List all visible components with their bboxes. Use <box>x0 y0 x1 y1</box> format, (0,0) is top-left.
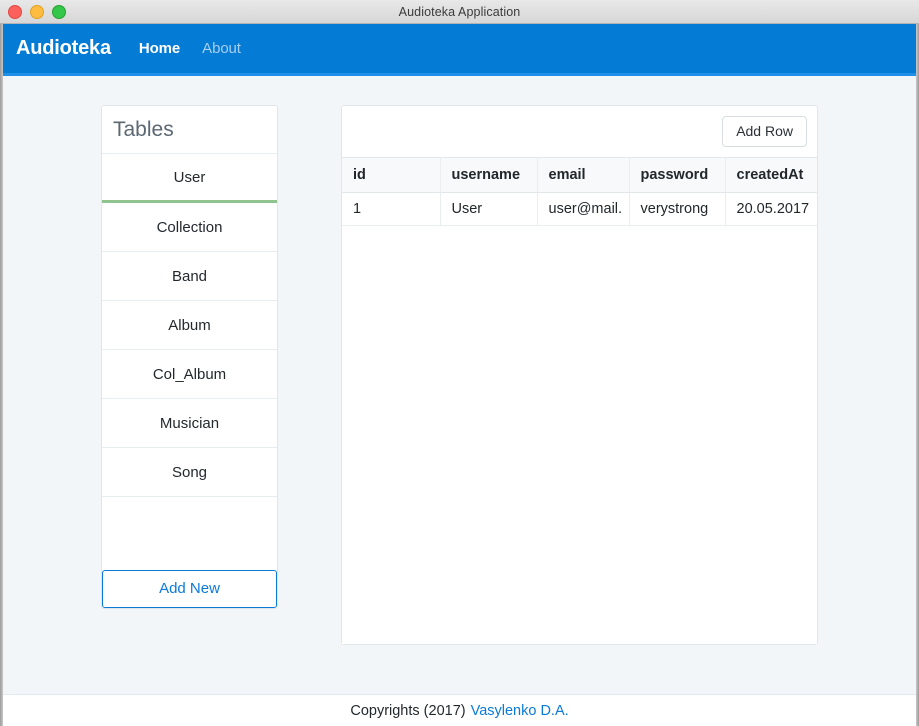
sidebar-empty-slot <box>102 497 277 570</box>
sidebar-item-label: Musician <box>159 414 220 432</box>
table-toolbar: Add Row <box>342 106 817 157</box>
sidebar-item-collection[interactable]: Collection <box>102 203 277 252</box>
cell-password[interactable]: verystrong <box>629 192 726 226</box>
sidebar-item-label: Collection <box>156 218 223 236</box>
sidebar-item-user[interactable]: User <box>102 154 277 203</box>
close-window-icon[interactable] <box>8 4 22 19</box>
nav-link-home[interactable]: Home <box>139 40 180 57</box>
sidebar-title: Tables <box>102 106 277 154</box>
brand-logo[interactable]: Audioteka <box>16 37 111 60</box>
column-header-username[interactable]: username <box>440 157 538 193</box>
records-table: id username email password createdAt 1 U… <box>342 157 817 226</box>
sidebar-item-col-album[interactable]: Col_Album <box>102 350 277 399</box>
sidebar-item-label: Col_Album <box>152 365 227 383</box>
minimize-window-icon[interactable] <box>30 4 44 19</box>
sidebar-item-song[interactable]: Song <box>102 448 277 497</box>
column-header-id[interactable]: id <box>342 157 441 193</box>
window-title: Audioteka Application <box>398 4 521 19</box>
page-content: Tables User Collection Band Album Col_Al… <box>0 76 919 694</box>
navbar: Audioteka Home About <box>0 24 919 76</box>
window-edge-left <box>0 24 3 726</box>
column-header-password[interactable]: password <box>629 157 726 193</box>
add-new-button[interactable]: Add New <box>102 570 277 608</box>
sidebar-item-label: User <box>173 168 206 186</box>
sidebar-item-band[interactable]: Band <box>102 252 277 301</box>
column-header-email[interactable]: email <box>537 157 630 193</box>
sidebar-item-label: Song <box>171 463 208 481</box>
page-footer: Copyrights (2017) Vasylenko D.A. <box>0 694 919 726</box>
nav-link-about[interactable]: About <box>202 40 241 57</box>
footer-author-link[interactable]: Vasylenko D.A. <box>471 703 569 719</box>
table-header: id username email password createdAt <box>342 157 817 193</box>
table-empty-area <box>342 226 817 644</box>
sidebar-item-label: Band <box>171 267 208 285</box>
column-header-createdat[interactable]: createdAt <box>725 157 817 193</box>
cell-username[interactable]: User <box>440 192 538 226</box>
browser-viewport: Audioteka Home About Tables User Collect… <box>0 24 919 726</box>
table-panel: Add Row id username email password creat… <box>341 105 818 645</box>
cell-email[interactable]: user@mail. <box>537 192 630 226</box>
sidebar-item-label: Album <box>168 316 211 334</box>
cell-createdat[interactable]: 20.05.2017 <box>725 192 817 226</box>
footer-copyright-text: Copyrights (2017) <box>350 702 466 719</box>
maximize-window-icon[interactable] <box>52 4 66 19</box>
cell-id[interactable]: 1 <box>342 192 441 226</box>
table-row[interactable]: 1 User user@mail. verystrong 20.05.2017 <box>342 192 817 226</box>
sidebar-item-musician[interactable]: Musician <box>102 399 277 448</box>
window-controls <box>8 0 66 23</box>
sidebar-item-album[interactable]: Album <box>102 301 277 350</box>
add-row-button[interactable]: Add Row <box>722 116 807 147</box>
window-titlebar: Audioteka Application <box>0 0 919 24</box>
tables-sidebar: Tables User Collection Band Album Col_Al… <box>101 105 278 609</box>
table-body: 1 User user@mail. verystrong 20.05.2017 <box>342 192 817 226</box>
application-window: Audioteka Application Audioteka Home Abo… <box>0 0 919 726</box>
table-header-row: id username email password createdAt <box>342 157 817 193</box>
